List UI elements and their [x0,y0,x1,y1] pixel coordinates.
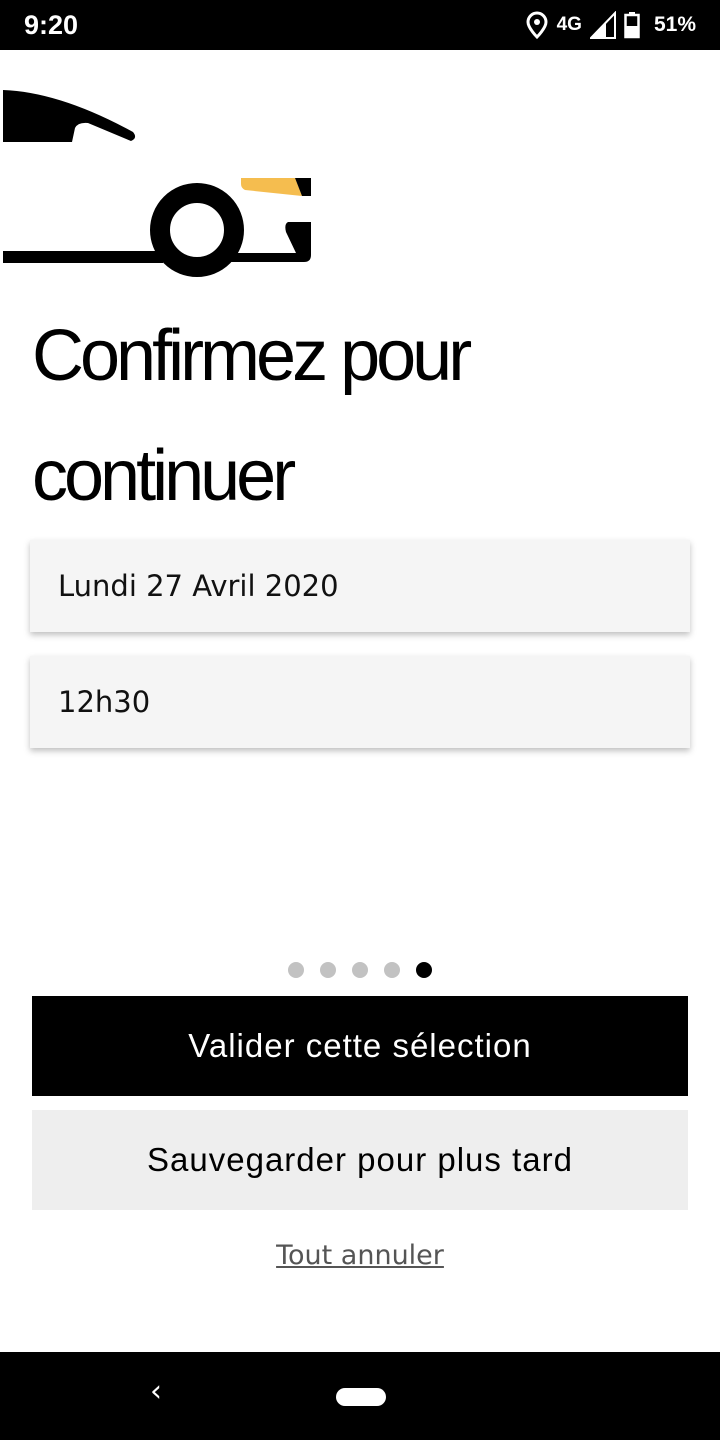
car-roof [3,90,136,142]
battery-icon [624,12,640,39]
status-time: 9:20 [24,9,79,40]
page-indicator [0,962,720,978]
location-icon [526,11,548,39]
back-icon[interactable]: ‹ [150,1374,162,1409]
car-illustration [3,90,311,277]
date-field[interactable]: Lundi 27 Avril 2020 [30,540,690,632]
page-title: Confirmez pour continuer [32,316,472,516]
time-field[interactable]: 12h30 [30,656,690,748]
page-dot [288,962,304,978]
save-for-later-button[interactable]: Sauvegarder pour plus tard [32,1110,688,1210]
signal-icon [589,11,616,39]
page-dot [384,962,400,978]
page-dot [352,962,368,978]
home-icon[interactable] [336,1388,386,1406]
page-dot [320,962,336,978]
car-headlight [241,178,302,196]
network-type: 4G [556,14,582,35]
navigation-bar: ‹ [0,1352,720,1440]
confirm-selection-button[interactable]: Valider cette sélection [32,996,688,1096]
battery-level: 51% [653,13,696,36]
cancel-all-link[interactable]: Tout annuler [0,1240,720,1271]
status-bar: 9:20 4G 51% [0,0,720,50]
page-dot-active [416,962,432,978]
car-wheel [150,183,244,277]
